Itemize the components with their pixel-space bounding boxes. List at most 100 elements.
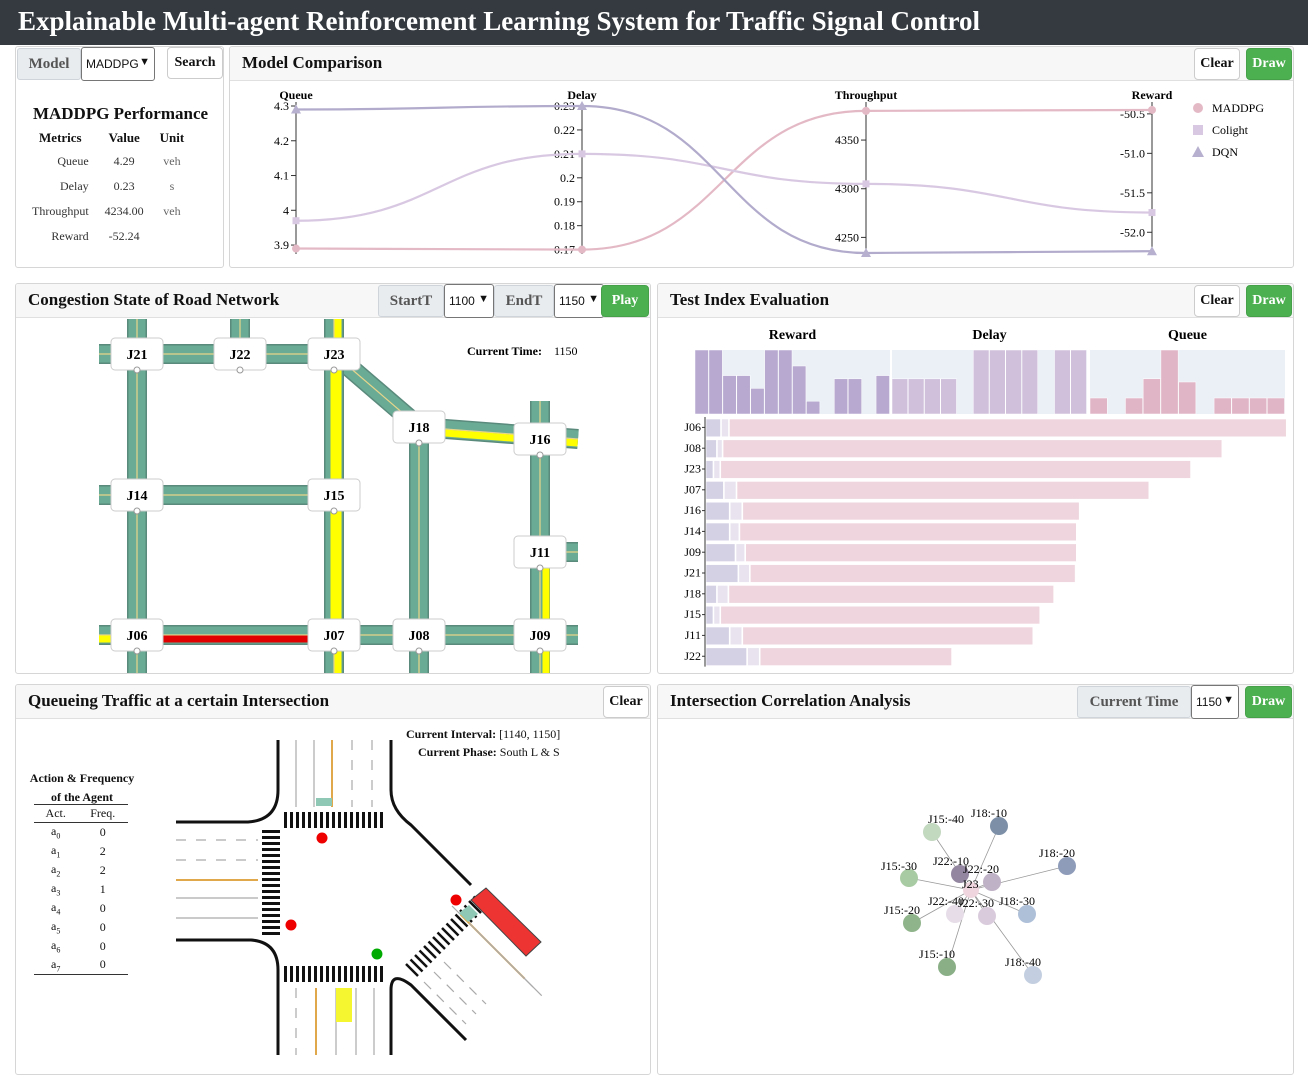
junction-anchor (236, 366, 244, 374)
tick-label: 4350 (835, 133, 859, 147)
row-label: J16 (684, 503, 701, 517)
comparison-draw-button[interactable]: Draw (1246, 48, 1292, 80)
stacked-bar (705, 460, 714, 479)
perf-row: Queue 4.29 veh (24, 149, 192, 174)
action-cell: a0 (51, 824, 61, 841)
play-button[interactable]: Play (601, 285, 649, 317)
perf-unit (152, 224, 193, 249)
perf-row: Delay 0.23 s (24, 174, 192, 199)
junction-anchor (536, 564, 544, 572)
crosswalk-stripe (344, 812, 347, 828)
congestion-panel: Congestion State of Road Network StartT … (15, 283, 651, 674)
stacked-bar (705, 626, 730, 646)
histogram-bar (750, 388, 765, 415)
queue-vehicle (336, 988, 352, 1022)
stacked-bar (717, 439, 723, 458)
frequency-cell: 2 (99, 862, 106, 877)
crosswalk-stripe (296, 966, 299, 982)
tick-label: 4.1 (274, 169, 289, 183)
model-select[interactable]: MADDPG ▼ (81, 47, 155, 81)
start-select[interactable]: 1100 ▼ (444, 284, 494, 318)
correlation-network: J15:-40 J18:-10J22:-10J22:-20J18:-20J15:-… (881, 806, 1076, 984)
end-label: EndT (494, 285, 554, 317)
current-time-select[interactable]: 1150 ▼ (1191, 685, 1239, 719)
perf-row: Throughput 4234.00 veh (24, 199, 192, 224)
histogram-bar (778, 349, 793, 415)
stacked-bar (729, 501, 743, 521)
histogram-bar (973, 349, 990, 415)
crosswalk-stripe (262, 878, 280, 881)
junction-label: J22 (230, 348, 251, 363)
stacked-bar (759, 647, 952, 666)
lane-line (433, 971, 477, 1015)
action-table-title-line1: Action & Frequency (29, 771, 135, 785)
tick-label: 4 (283, 203, 289, 217)
histogram-bar (708, 349, 723, 415)
crosswalk-stripe (262, 884, 280, 887)
tick-label: -51.0 (1120, 146, 1145, 160)
crosswalk-stripe (380, 966, 383, 982)
stacked-bar (705, 585, 717, 604)
perf-metric: Reward (51, 229, 89, 243)
crosswalk-stripe (290, 966, 293, 982)
junction-label: J23 (324, 348, 345, 363)
junction-anchor (133, 507, 141, 515)
search-button[interactable]: Search (167, 47, 223, 79)
queueing-clear-button[interactable]: Clear (603, 686, 649, 718)
row-label: J21 (684, 566, 701, 580)
crosswalk-stripe (368, 966, 371, 982)
crosswalk-stripe (262, 902, 280, 905)
crosswalk-stripe (262, 854, 280, 857)
axis-title: Reward (1132, 88, 1173, 102)
stacked-bar (729, 522, 740, 542)
signal-light-red (285, 919, 297, 931)
start-select-value: 1100 (449, 294, 475, 308)
junction-label: J09 (530, 629, 551, 644)
stacked-bar (705, 522, 730, 542)
crosswalk-stripe (262, 896, 280, 899)
crosswalk-stripe (314, 812, 317, 828)
row-label: J07 (684, 482, 701, 496)
performance-table: Metrics Value Unit Queue 4.29 veh Delay 0.2… (24, 127, 192, 249)
frequency-cell: 0 (99, 938, 106, 953)
row-label: J22 (684, 649, 701, 663)
crosswalk-stripe (308, 966, 311, 982)
junction-label: J18 (409, 421, 430, 436)
crosswalk-stripe (262, 890, 280, 893)
series-point (1148, 209, 1156, 217)
perf-metric: Delay (60, 179, 89, 193)
frequency-cell: 2 (99, 843, 106, 858)
signal-light-red (450, 894, 462, 906)
junction-label: J16 (530, 433, 551, 448)
end-select[interactable]: 1150 ▼ (554, 284, 604, 318)
parallel-coordinates-chart: Queue4.34.24.143.9Delay0.230.220.210.20.… (274, 88, 1264, 257)
junction-label: J08 (409, 629, 430, 644)
stacked-bar (705, 418, 721, 438)
crosswalk-stripe (344, 966, 347, 982)
intersection-diagram (176, 740, 543, 1055)
stacked-bar (713, 460, 721, 479)
correlation-title: Intersection Correlation Analysis (670, 691, 911, 710)
action-row: a6 0 (34, 937, 128, 956)
histogram-bar (908, 378, 925, 415)
stacked-bar (745, 543, 1077, 562)
row-label: J18 (684, 586, 701, 600)
crosswalk-stripe (326, 812, 329, 828)
histogram-bar (834, 378, 848, 415)
series-point (578, 150, 586, 158)
stacked-bar (713, 605, 721, 625)
histogram-title: Reward (769, 328, 817, 343)
queueing-panel: Queueing Traffic at a certain Intersecti… (15, 684, 651, 1075)
tick-label: -51.5 (1120, 186, 1145, 200)
frequency-header: Freq. (77, 804, 128, 823)
crosswalk-stripe (320, 812, 323, 828)
crosswalk-stripe (262, 866, 280, 869)
crosswalk-stripe (332, 966, 335, 982)
correlation-draw-button[interactable]: Draw (1245, 686, 1292, 718)
crosswalk-stripe (290, 812, 293, 828)
tick-label: 4250 (835, 230, 859, 244)
comparison-clear-button[interactable]: Clear (1194, 48, 1240, 80)
test-index-draw-button[interactable]: Draw (1246, 285, 1292, 317)
perf-unit: veh (163, 204, 181, 218)
test-index-clear-button[interactable]: Clear (1194, 285, 1240, 317)
